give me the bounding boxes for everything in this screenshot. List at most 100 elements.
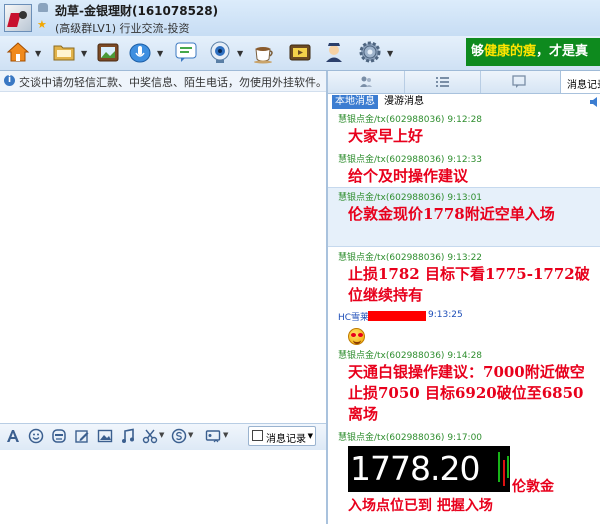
message-header: 慧银点金/tx(602988036) 9:14:28 (338, 348, 482, 361)
red-packet-button[interactable] (171, 428, 187, 444)
window-title: 劲草-金银理财(161078528) (55, 4, 219, 18)
message-time: 9:13:22 (447, 253, 483, 263)
group-subtitle[interactable]: (高级群LV1) 行业交流-投资 (55, 20, 190, 36)
title-bar: ★ 劲草-金银理财(161078528) (高级群LV1) 行业交流-投资 (0, 0, 600, 36)
send-image-button[interactable] (97, 428, 113, 444)
tab-list[interactable] (404, 71, 480, 93)
group-share-button[interactable]: ▼ (52, 40, 90, 66)
tab-roaming-messages[interactable]: 漫游消息 (384, 95, 424, 109)
group-home-button[interactable]: ▼ (6, 40, 44, 66)
message-time: 9:14:28 (447, 351, 483, 361)
doodle-button[interactable] (74, 428, 90, 444)
list-item: 慧银点金/tx(602988036) 9:13:01 伦敦金现价1778附近空单… (328, 188, 600, 246)
folder-icon (53, 45, 75, 61)
list-item: 慧银点金/tx(602988036) 9:13:22 止损1782 目标下看17… (328, 248, 600, 308)
message-sender: 慧银点金/tx(602988036) (338, 351, 445, 361)
chevron-down-icon: ▼ (237, 49, 244, 58)
message-body: 止损1782 目标下看1775-1772破位继续持有 (348, 265, 590, 304)
tea-button[interactable] (252, 40, 278, 66)
chevron-down-icon: ▼ (157, 49, 164, 58)
chat-message-area[interactable] (0, 92, 326, 422)
police-avatar-icon (326, 43, 342, 62)
group-avatar[interactable] (4, 4, 32, 32)
message-record-button[interactable]: 消息记录 ▼ (248, 426, 316, 446)
emoji-button[interactable] (28, 428, 44, 444)
font-button[interactable] (5, 428, 21, 444)
message-time: 9:12:33 (447, 155, 483, 165)
tab-board[interactable] (480, 71, 560, 93)
edit-pen-icon (75, 430, 89, 443)
message-body-tail: 伦敦金 (512, 479, 554, 495)
security-notice: i 交谈中请勿轻信汇款、中奖信息、陌生电话，勿使用外挂软件。 (0, 71, 327, 92)
list-item: 慧银点金/tx(602988036) 9:12:33 给个及时操作建议 (328, 150, 600, 190)
message-sender: 慧银点金/tx(602988036) (338, 193, 445, 203)
chevron-down-icon[interactable]: ▼ (223, 431, 228, 439)
message-body: 伦敦金现价1778附近空单入场 (348, 205, 555, 223)
group-chat-button[interactable] (174, 40, 200, 66)
video-chat-button[interactable]: ▼ (208, 40, 248, 66)
message-sender: 慧银点金/tx(602988036) (338, 433, 445, 443)
ad-highlight: 健康的瘦 (484, 44, 537, 59)
calendar-icon (252, 430, 263, 441)
chevron-down-icon: ▼ (307, 432, 313, 440)
price-value: 1778.20 (350, 449, 480, 488)
chevron-down-icon: ▼ (81, 49, 88, 58)
candle-bar (507, 456, 509, 478)
tv-icon (289, 44, 311, 61)
ad-text: 够 (471, 44, 485, 59)
list-item: 慧银点金/tx(602988036) 9:14:28 天通白银操作建议：7000… (328, 346, 600, 430)
message-header: 慧银点金/tx(602988036) 9:13:01 (338, 190, 482, 203)
face-icon (52, 429, 66, 443)
message-time: 9:12:28 (447, 115, 483, 125)
group-video-button[interactable] (288, 40, 314, 66)
more-tools-button[interactable] (205, 428, 221, 444)
magic-face-button[interactable] (51, 428, 67, 444)
message-body: 天通白银操作建议：7000附近做空 止损7050 目标6920破位至6850离场 (348, 363, 585, 423)
message-sender: 慧银点金/tx(602988036) (338, 155, 445, 165)
star-icon: ★ (37, 18, 47, 31)
chevron-down-icon[interactable]: ▼ (188, 431, 193, 439)
message-sender: 慧银点金/tx(602988036) (338, 115, 445, 125)
speaker-icon[interactable] (590, 97, 600, 107)
message-header: HC雪莱 (338, 310, 369, 323)
candle-bar (498, 452, 500, 482)
music-button[interactable] (120, 428, 136, 444)
message-sender: 慧银点金/tx(602988036) (338, 253, 445, 263)
message-source-tabs: 本地消息 漫游消息 (328, 94, 600, 110)
ad-banner[interactable]: 够健康的瘦，才是真 (466, 38, 600, 66)
image-icon (97, 429, 113, 443)
ad-text-tail: ，才是真 (536, 44, 589, 59)
group-admin-button[interactable] (322, 40, 348, 66)
right-panel-tabs: 消息记录 (328, 71, 600, 94)
tab-members[interactable] (328, 71, 403, 93)
notice-text: 交谈中请勿轻信汇款、中奖信息、陌生电话，勿使用外挂软件。 (19, 76, 327, 89)
redacted-block (368, 311, 426, 321)
group-album-button[interactable] (96, 40, 122, 66)
message-body: 入场点位已到 把握入场 (348, 498, 493, 514)
tab-local-messages[interactable]: 本地消息 (332, 95, 378, 109)
screenshot-button[interactable] (142, 428, 158, 444)
chevron-down-icon[interactable]: ▼ (159, 431, 164, 439)
members-icon (360, 76, 372, 87)
chevron-down-icon: ▼ (387, 49, 394, 58)
webcam-icon (210, 41, 230, 63)
message-body: 大家早上好 (348, 127, 424, 145)
list-icon (436, 77, 449, 87)
chevron-down-icon: ▼ (35, 49, 42, 58)
tab-message-record[interactable]: 消息记录 (560, 71, 600, 93)
message-record-label: 消息记录 (266, 434, 306, 445)
candle-bar (503, 460, 505, 486)
settings-button[interactable]: ▼ (358, 40, 396, 66)
message-history[interactable]: 慧银点金/tx(602988036) 9:12:28 大家早上好 慧银点金/tx… (328, 110, 600, 524)
coffee-cup-icon (254, 47, 273, 64)
list-item: HC雪莱 9:13:25 (328, 308, 600, 350)
font-a-icon (7, 430, 19, 442)
voice-chat-button[interactable]: ▼ (128, 40, 168, 66)
gear-icon (359, 41, 381, 63)
message-input[interactable] (0, 450, 326, 524)
card-icon (205, 430, 221, 443)
message-sender: HC雪莱 (338, 313, 370, 323)
message-time: 9:17:00 (447, 433, 483, 443)
price-screenshot: 1778.20 (348, 446, 510, 492)
microphone-icon (129, 43, 151, 63)
